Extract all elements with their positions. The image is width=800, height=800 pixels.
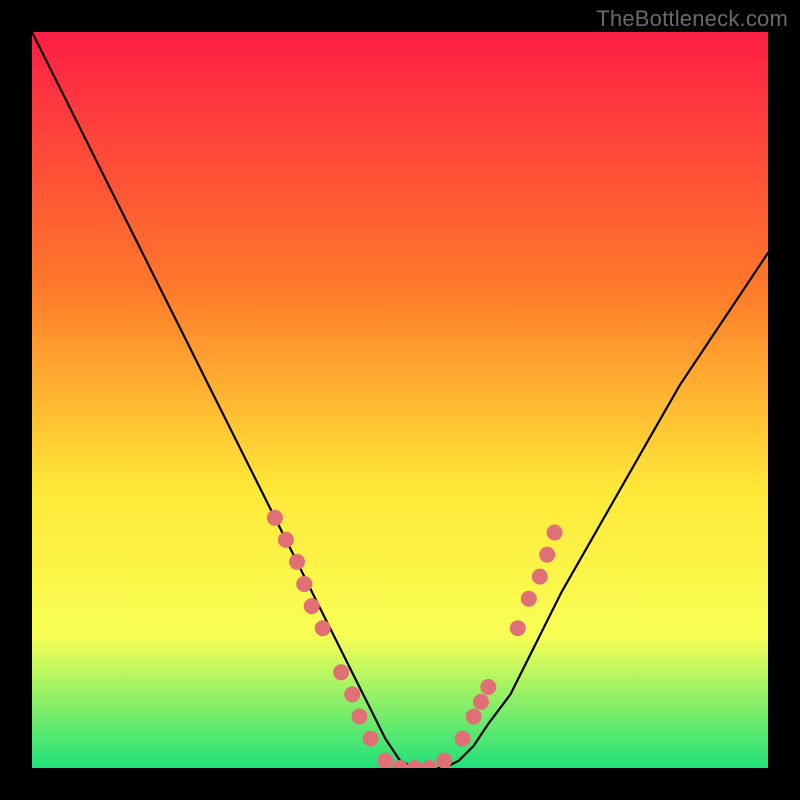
data-point [436, 753, 452, 768]
data-point [278, 532, 294, 548]
chart-area [32, 32, 768, 768]
data-point [267, 510, 283, 526]
data-point [539, 547, 555, 563]
data-point [352, 709, 368, 725]
data-point [480, 679, 496, 695]
data-point [510, 620, 526, 636]
data-point [315, 620, 331, 636]
chart-svg [32, 32, 768, 768]
data-point [455, 731, 471, 747]
data-point [547, 525, 563, 541]
data-point [304, 598, 320, 614]
data-point [473, 694, 489, 710]
data-point [296, 576, 312, 592]
watermark-text: TheBottleneck.com [596, 6, 788, 32]
data-point [532, 569, 548, 585]
data-point [344, 686, 360, 702]
data-point [466, 709, 482, 725]
data-point [333, 664, 349, 680]
data-point [521, 591, 537, 607]
gradient-background [32, 32, 768, 768]
data-point [363, 731, 379, 747]
data-point [377, 753, 393, 768]
data-point [289, 554, 305, 570]
